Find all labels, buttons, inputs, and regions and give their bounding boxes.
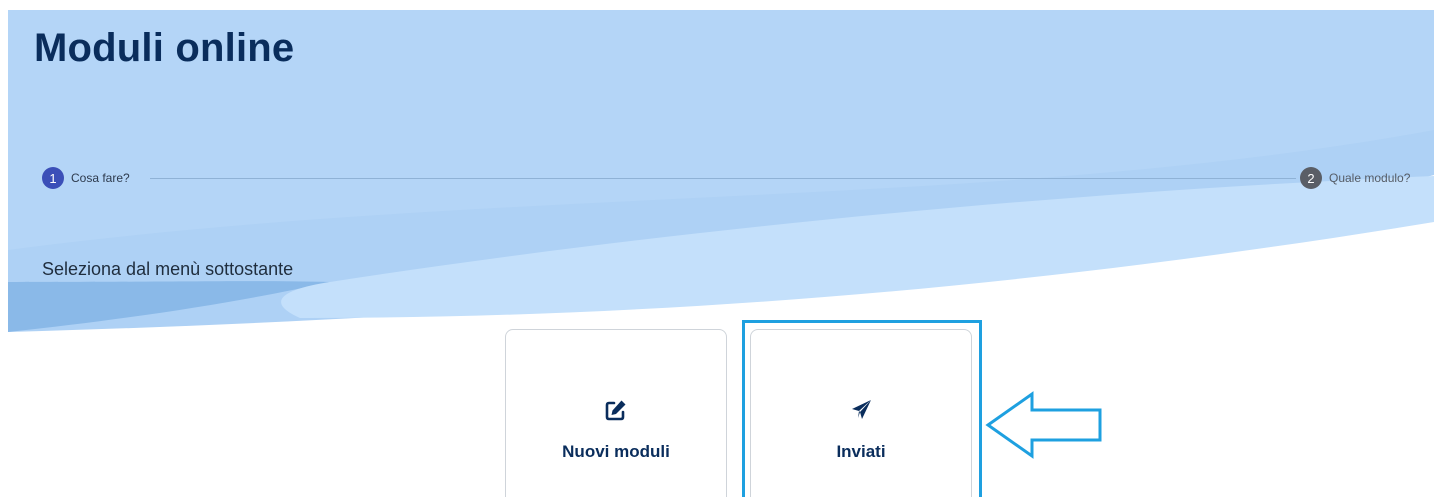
tile-label: Nuovi moduli (562, 442, 670, 461)
step-number-badge: 1 (42, 167, 64, 189)
step-label: Quale modulo? (1329, 171, 1411, 185)
step-label: Cosa fare? (71, 171, 130, 185)
tile-label: Inviati (836, 442, 886, 461)
edit-icon (506, 398, 726, 422)
step-quale-modulo[interactable]: 2 Quale modulo? (1300, 167, 1410, 189)
instruction-text: Seleziona dal menù sottostante (42, 259, 294, 279)
moduli-online-page: Moduli online 1 Cosa fare? 2 Quale modul… (0, 0, 1434, 497)
stepper: 1 Cosa fare? 2 Quale modulo? (42, 167, 1434, 189)
page-title: Moduli online (34, 26, 295, 70)
inviati-button[interactable]: Inviati (750, 329, 972, 497)
step-cosa-fare[interactable]: 1 Cosa fare? (42, 167, 130, 189)
step-number-badge: 2 (1300, 167, 1322, 189)
arrow-left-icon (985, 391, 1102, 459)
stepper-line (150, 178, 1296, 179)
nuovi-moduli-button[interactable]: Nuovi moduli (505, 329, 727, 497)
paper-plane-icon (751, 398, 971, 422)
